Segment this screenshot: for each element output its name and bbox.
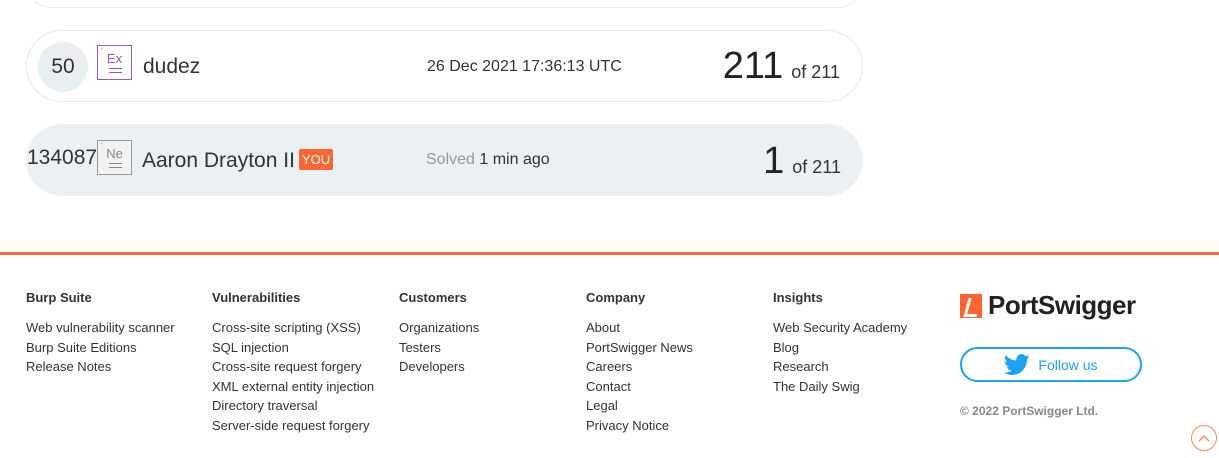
- badge-symbol: Ne: [106, 146, 123, 161]
- copyright-text: © 2022 PortSwigger Ltd.: [960, 404, 1099, 418]
- footer-link[interactable]: The Daily Swig: [773, 377, 907, 397]
- score: 211 of 211: [723, 45, 840, 88]
- footer-link[interactable]: Release Notes: [26, 357, 175, 377]
- footer-link[interactable]: Developers: [399, 357, 479, 377]
- footer-link[interactable]: Burp Suite Editions: [26, 338, 175, 358]
- footer-link[interactable]: Privacy Notice: [586, 416, 693, 436]
- footer-column-burp-suite: Burp Suite Web vulnerability scanner Bur…: [26, 290, 175, 377]
- score: 1 of 211: [763, 140, 841, 183]
- footer-column-title: Burp Suite: [26, 290, 92, 305]
- footer-link[interactable]: PortSwigger News: [586, 338, 693, 358]
- footer-link[interactable]: Research: [773, 357, 907, 377]
- footer-link[interactable]: Directory traversal: [212, 396, 374, 416]
- solved-status: Solved 1 min ago: [426, 151, 550, 169]
- footer-link[interactable]: SQL injection: [212, 338, 374, 358]
- twitter-bird-icon: [1004, 353, 1030, 375]
- footer-link[interactable]: Testers: [399, 338, 479, 358]
- footer-divider: [0, 252, 1219, 255]
- element-badge-icon: ' Ex: [97, 45, 132, 80]
- footer-column-vulnerabilities: Vulnerabilities Cross-site scripting (XS…: [212, 290, 374, 435]
- footer-link[interactable]: XML external entity injection: [212, 377, 374, 397]
- portswigger-logo[interactable]: PortSwigger: [960, 290, 1136, 321]
- footer-link[interactable]: Careers: [586, 357, 693, 377]
- footer-link[interactable]: Server-side request forgery: [212, 416, 374, 436]
- solved-timestamp: 26 Dec 2021 17:36:13 UTC: [427, 58, 622, 75]
- badge-symbol: Ex: [106, 51, 123, 66]
- footer-column-company: Company About PortSwigger News Careers C…: [586, 290, 693, 435]
- portswigger-logo-icon: [960, 293, 982, 318]
- rank-number: 134087: [27, 146, 98, 169]
- footer-link[interactable]: Blog: [773, 338, 907, 358]
- rank-number: 50: [38, 42, 88, 92]
- follow-label: Follow us: [1038, 356, 1098, 373]
- user-name[interactable]: Aaron Drayton II: [142, 149, 295, 173]
- previous-leaderboard-row: [27, 0, 862, 8]
- footer-link[interactable]: Cross-site request forgery: [212, 357, 374, 377]
- score-value: 211: [722, 45, 784, 87]
- footer-link[interactable]: Legal: [586, 396, 693, 416]
- user-name[interactable]: dudez: [143, 55, 200, 79]
- footer-link[interactable]: Web vulnerability scanner: [26, 318, 175, 338]
- footer-column-title: Customers: [399, 290, 467, 305]
- chevron-up-icon: [1198, 434, 1210, 442]
- score-total: of 211: [792, 157, 841, 177]
- twitter-follow-button[interactable]: Follow us: [960, 347, 1142, 382]
- element-badge-icon: ' Ne: [97, 140, 132, 175]
- footer-column-title: Insights: [773, 290, 823, 305]
- brand-name: PortSwigger: [988, 290, 1136, 320]
- you-badge: YOU: [299, 149, 334, 170]
- footer-column-customers: Customers Organizations Testers Develope…: [399, 290, 479, 377]
- score-total: of 211: [791, 62, 840, 82]
- scroll-to-top-button[interactable]: [1191, 425, 1217, 451]
- score-value: 1: [763, 140, 785, 182]
- footer-link[interactable]: About: [586, 318, 693, 338]
- footer-link[interactable]: Web Security Academy: [773, 318, 907, 338]
- footer-column-title: Vulnerabilities: [212, 290, 301, 305]
- solved-label: Solved: [426, 151, 475, 168]
- footer-link[interactable]: Contact: [586, 377, 693, 397]
- solved-time: 1 min ago: [479, 151, 550, 168]
- footer-link[interactable]: Cross-site scripting (XSS): [212, 318, 374, 338]
- footer-link[interactable]: Organizations: [399, 318, 479, 338]
- leaderboard-row: 50 ' Ex dudez 26 Dec 2021 17:36:13 UTC 2…: [26, 30, 863, 102]
- footer-column-title: Company: [586, 290, 646, 305]
- footer-column-insights: Insights Web Security Academy Blog Resea…: [773, 290, 907, 396]
- leaderboard-row-current-user: 134087 ' Ne Aaron Drayton II YOU Solved …: [26, 124, 863, 196]
